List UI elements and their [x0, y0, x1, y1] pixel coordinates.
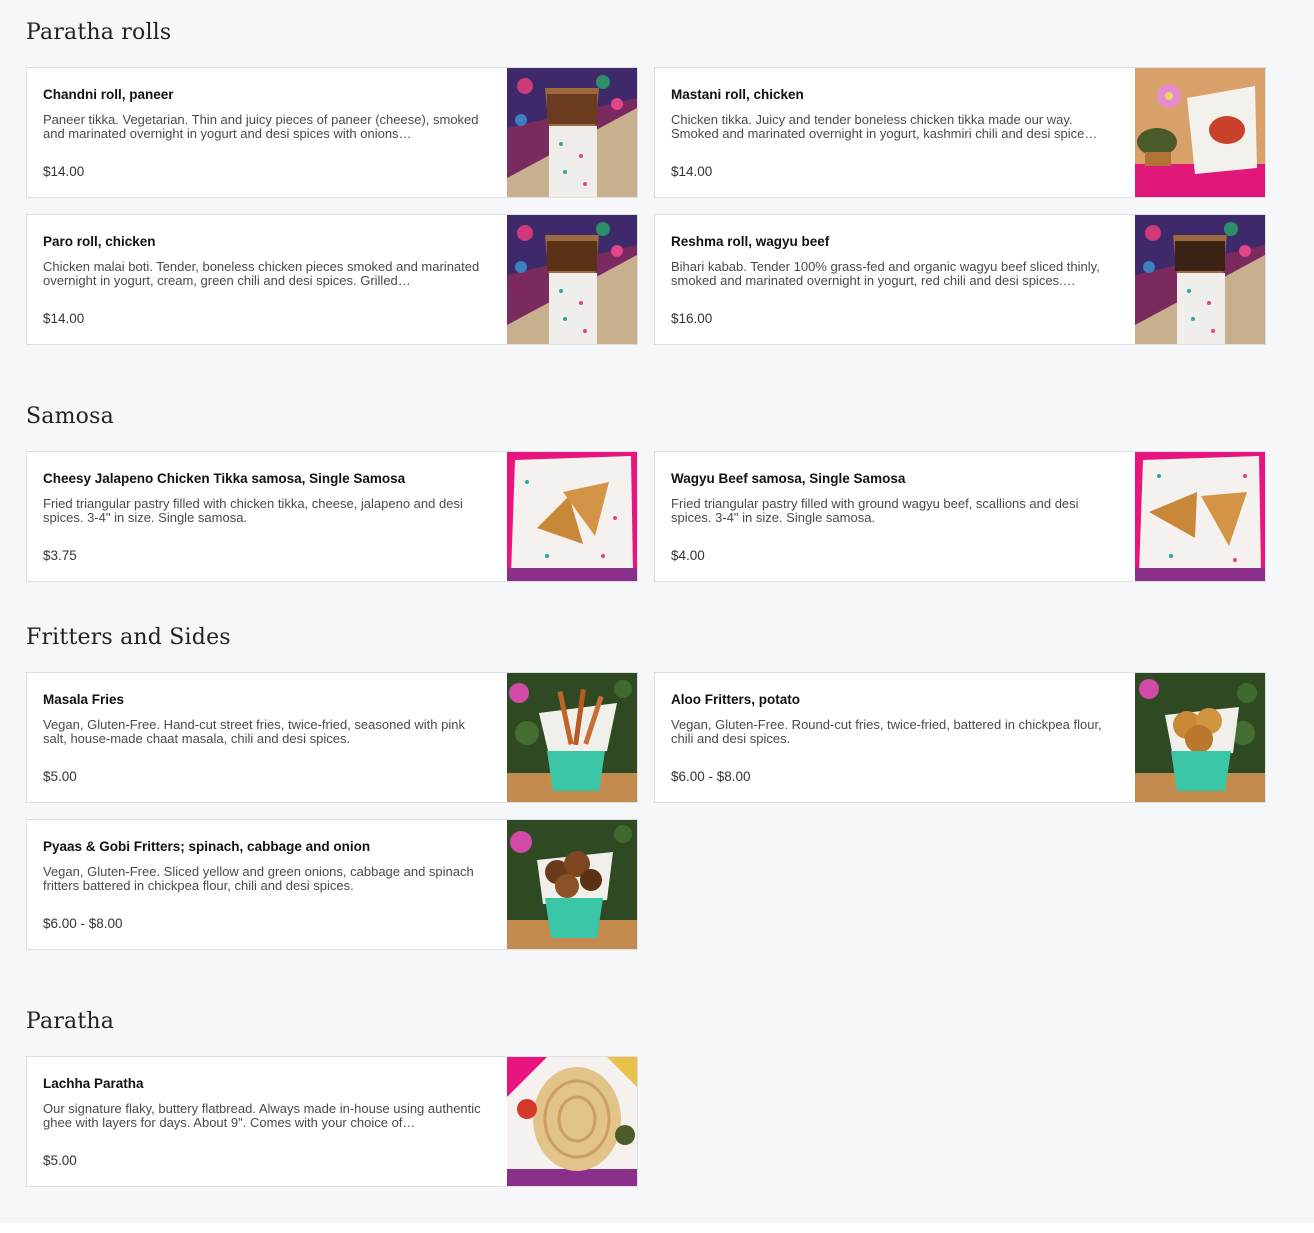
samosa-photo-icon: [507, 452, 637, 581]
section-title: Fritters and Sides: [26, 625, 231, 650]
item-name: Paro roll, chicken: [43, 234, 156, 249]
mastani-roll-photo-icon: [1135, 68, 1265, 197]
item-photo: [507, 68, 637, 197]
menu-item-card[interactable]: Pyaas & Gobi Fritters; spinach, cabbage …: [26, 819, 638, 950]
paratha-flatbread-photo-icon: [507, 1057, 637, 1186]
item-price: $5.00: [43, 769, 77, 784]
menu-item-card[interactable]: Lachha Paratha Our signature flaky, butt…: [26, 1056, 638, 1187]
item-description: Our signature flaky, buttery flatbread. …: [43, 1102, 481, 1130]
paratha-roll-photo-icon: [1135, 215, 1265, 344]
menu-grid: Chandni roll, paneer Paneer tikka. Veget…: [26, 67, 1266, 345]
item-photo: [507, 820, 637, 949]
item-description: Chicken malai boti. Tender, boneless chi…: [43, 260, 480, 288]
item-price: $14.00: [671, 164, 713, 179]
paratha-roll-photo-icon: [507, 215, 637, 344]
item-photo: [507, 673, 637, 802]
item-name: Lachha Paratha: [43, 1076, 144, 1091]
menu-grid: Lachha Paratha Our signature flaky, butt…: [26, 1056, 1266, 1187]
item-price: $6.00 - $8.00: [43, 916, 123, 931]
fries-basket-photo-icon: [507, 673, 637, 802]
item-description: Chicken tikka. Juicy and tender boneless…: [671, 113, 1098, 141]
item-price: $14.00: [43, 311, 85, 326]
item-photo: [1135, 215, 1265, 344]
menu-item-card[interactable]: Cheesy Jalapeno Chicken Tikka samosa, Si…: [26, 451, 638, 582]
item-price: $3.75: [43, 548, 77, 563]
section-title: Paratha: [26, 1009, 115, 1034]
item-price: $14.00: [43, 164, 85, 179]
menu-item-card[interactable]: Aloo Fritters, potato Vegan, Gluten-Free…: [654, 672, 1266, 803]
menu-item-card[interactable]: Masala Fries Vegan, Gluten-Free. Hand-cu…: [26, 672, 638, 803]
samosa-photo-icon: [1135, 452, 1265, 581]
item-description: Fried triangular pastry filled with chic…: [43, 497, 463, 525]
section-title: Paratha rolls: [26, 20, 172, 45]
section-title: Samosa: [26, 404, 114, 429]
menu-item-card[interactable]: Reshma roll, wagyu beef Bihari kabab. Te…: [654, 214, 1266, 345]
pakora-basket-photo-icon: [507, 820, 637, 949]
item-name: Cheesy Jalapeno Chicken Tikka samosa, Si…: [43, 471, 406, 486]
menu-item-card[interactable]: Wagyu Beef samosa, Single Samosa Fried t…: [654, 451, 1266, 582]
item-photo: [507, 1057, 637, 1186]
item-description: Fried triangular pastry filled with grou…: [671, 497, 1079, 525]
item-name: Pyaas & Gobi Fritters; spinach, cabbage …: [43, 839, 371, 854]
item-name: Wagyu Beef samosa, Single Samosa: [671, 471, 906, 486]
item-price: $5.00: [43, 1153, 77, 1168]
item-photo: [1135, 68, 1265, 197]
item-photo: [1135, 673, 1265, 802]
item-description: Paneer tikka. Vegetarian. Thin and juicy…: [43, 113, 479, 141]
menu-item-card[interactable]: Paro roll, chicken Chicken malai boti. T…: [26, 214, 638, 345]
item-photo: [1135, 452, 1265, 581]
menu-item-card[interactable]: Mastani roll, chicken Chicken tikka. Jui…: [654, 67, 1266, 198]
item-name: Mastani roll, chicken: [671, 87, 804, 102]
item-photo: [507, 215, 637, 344]
item-name: Aloo Fritters, potato: [671, 692, 800, 707]
menu-item-card[interactable]: Chandni roll, paneer Paneer tikka. Veget…: [26, 67, 638, 198]
item-price: $16.00: [671, 311, 713, 326]
item-description: Bihari kabab. Tender 100% grass-fed and …: [671, 260, 1100, 288]
item-description: Vegan, Gluten-Free. Hand-cut street frie…: [43, 718, 465, 746]
item-name: Chandni roll, paneer: [43, 87, 174, 102]
item-description: Vegan, Gluten-Free. Sliced yellow and gr…: [43, 865, 474, 893]
item-name: Masala Fries: [43, 692, 125, 707]
item-photo: [507, 452, 637, 581]
item-description: Vegan, Gluten-Free. Round-cut fries, twi…: [671, 718, 1102, 746]
menu-grid: Masala Fries Vegan, Gluten-Free. Hand-cu…: [26, 672, 1266, 950]
item-name: Reshma roll, wagyu beef: [671, 234, 830, 249]
page-footer-strip: [0, 1223, 1314, 1233]
item-price: $4.00: [671, 548, 705, 563]
paratha-roll-photo-icon: [507, 68, 637, 197]
menu-grid: Cheesy Jalapeno Chicken Tikka samosa, Si…: [26, 451, 1266, 582]
aloo-fritters-photo-icon: [1135, 673, 1265, 802]
item-price: $6.00 - $8.00: [671, 769, 751, 784]
